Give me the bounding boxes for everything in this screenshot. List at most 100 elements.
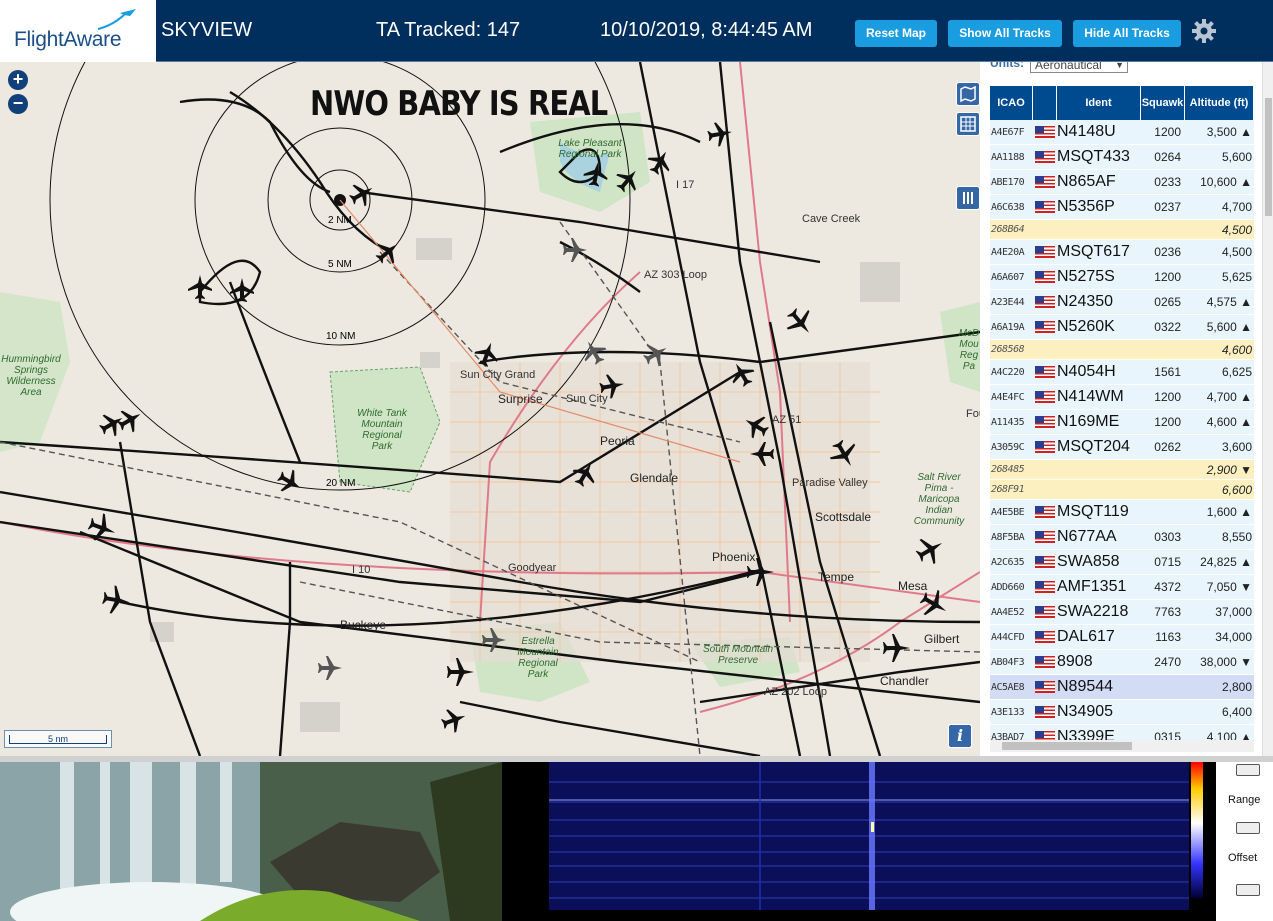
app-title: SKYVIEW <box>161 19 253 41</box>
map-view[interactable]: NWO BABY IS REAL 2 NM 5 NM 10 NM 20 NM L… <box>0 62 980 756</box>
flag-cell <box>1033 360 1057 384</box>
info-button[interactable]: i <box>948 724 972 748</box>
table-row[interactable]: A4E4FC N414WM 1200 4,700 ▲ <box>990 385 1254 410</box>
offset-slider[interactable] <box>1236 884 1260 896</box>
ident-cell: N4148U <box>1057 123 1116 140</box>
table-row[interactable]: A11435 N169ME 1200 4,600 ▲ <box>990 410 1254 435</box>
table-row[interactable]: A6C638 N5356P 0237 4,700 <box>990 195 1254 220</box>
table-row[interactable]: AA4E52 SWA2218 7763 37,000 <box>990 600 1254 625</box>
table-row[interactable]: A6A19A N5260K 0322 5,600 ▲ <box>990 315 1254 340</box>
offset-label: Offset <box>1228 852 1258 864</box>
flag-cell <box>1033 120 1057 144</box>
table-row[interactable]: 268F91 6,600 <box>990 480 1254 500</box>
table-row[interactable]: A3059C MSQT204 0262 3,600 <box>990 435 1254 460</box>
map-canvas <box>0 62 980 756</box>
show-all-tracks-button[interactable]: Show All Tracks <box>948 20 1062 47</box>
squawk-cell: 0237 <box>1154 200 1181 214</box>
skyview-app: FlightAware SKYVIEW TA Tracked: 147 10/1… <box>0 0 1273 921</box>
spectrogram <box>549 762 1189 910</box>
icao-cell: ADD660 <box>991 581 1025 593</box>
table-row[interactable]: AA1188 MSQT433 0264 5,600 <box>990 145 1254 170</box>
table-row[interactable]: A4E5BE MSQT119 1,600 ▲ <box>990 500 1254 525</box>
ident-cell <box>1057 460 1141 479</box>
units-select[interactable]: Aeronautical ▼ <box>1030 62 1128 73</box>
reset-map-button[interactable]: Reset Map <box>855 20 937 47</box>
altitude-cell: 4,600 <box>1221 342 1252 357</box>
table-row[interactable]: ADD660 AMF1351 4372 7,050 ▼ <box>990 575 1254 600</box>
col-icao[interactable]: ICAO <box>990 86 1033 120</box>
tracked-count: TA Tracked: 147 <box>376 19 521 41</box>
place-label: Peoria <box>600 434 635 448</box>
table-row[interactable]: 268B64 4,500 <box>990 220 1254 240</box>
table-row[interactable]: A4C220 N4054H 1561 6,625 <box>990 360 1254 385</box>
altitude-cell: 24,825 ▲ <box>1200 555 1252 569</box>
table-row[interactable]: A44CFD DAL617 1163 34,000 <box>990 625 1254 650</box>
spectrum-color-scale <box>1191 762 1203 898</box>
scale-label: 5 nm <box>9 735 107 744</box>
icao-cell: A3059C <box>991 441 1025 453</box>
ident-cell: N677AA <box>1057 528 1117 545</box>
col-squawk[interactable]: Squawk <box>1141 86 1185 120</box>
us-flag-icon <box>1035 151 1055 163</box>
table-row[interactable]: A6A607 N5275S 1200 5,625 <box>990 265 1254 290</box>
table-row[interactable]: AB04F3 8908 2470 38,000 ▼ <box>990 650 1254 675</box>
place-label: Sun City <box>566 393 608 405</box>
icao-cell: A4E5BE <box>991 506 1025 518</box>
altitude-cell: 8,550 <box>1221 530 1252 544</box>
col-ident[interactable]: Ident <box>1057 86 1141 120</box>
gear-icon[interactable] <box>1191 18 1217 44</box>
zoom-out-button[interactable]: − <box>8 94 28 114</box>
ident-cell <box>1057 220 1141 239</box>
place-label: White Tank Mountain Regional Park <box>357 408 407 452</box>
altitude-cell: 38,000 ▼ <box>1200 655 1252 669</box>
top-header: FlightAware SKYVIEW TA Tracked: 147 10/1… <box>0 0 1273 62</box>
us-flag-icon <box>1035 246 1055 258</box>
top-slider[interactable] <box>1236 764 1260 776</box>
icao-cell: A4E4FC <box>991 391 1025 403</box>
table-row[interactable]: A2C635 SWA858 0715 24,825 ▲ <box>990 550 1254 575</box>
us-flag-icon <box>1035 126 1055 138</box>
toggle-sidebar-icon[interactable] <box>956 186 980 210</box>
table-row[interactable]: 268485 2,900 ▼ <box>990 460 1254 480</box>
icao-cell: AC5AE8 <box>991 681 1025 693</box>
flightaware-logo[interactable]: FlightAware <box>0 0 156 62</box>
flag-cell <box>1033 315 1057 339</box>
zoom-in-button[interactable]: + <box>8 70 28 90</box>
map-layers-icon[interactable] <box>956 82 980 106</box>
hide-all-tracks-button[interactable]: Hide All Tracks <box>1073 20 1181 47</box>
flag-cell <box>1033 625 1057 649</box>
table-row[interactable]: A23E44 N24350 0265 4,575 ▲ <box>990 290 1254 315</box>
flag-cell <box>1033 700 1057 724</box>
ident-cell: 8908 <box>1057 653 1093 670</box>
table-row[interactable]: A4E20A MSQT617 0236 4,500 <box>990 240 1254 265</box>
map-grid-icon[interactable] <box>956 112 980 136</box>
sidebar-horizontal-scrollbar[interactable] <box>990 740 1254 752</box>
col-flag[interactable] <box>1033 86 1057 120</box>
us-flag-icon <box>1035 271 1055 283</box>
table-row[interactable]: ABE170 N865AF 0233 10,600 ▲ <box>990 170 1254 195</box>
place-label: McD Mou Reg Pa <box>958 328 980 372</box>
us-flag-icon <box>1035 296 1055 308</box>
squawk-cell: 0322 <box>1154 320 1181 334</box>
icao-cell: A4C220 <box>991 366 1025 378</box>
table-row[interactable]: 268568 4,600 <box>990 340 1254 360</box>
icao-cell: A6A607 <box>991 271 1025 283</box>
squawk-cell: 1561 <box>1154 365 1181 379</box>
icao-cell: A44CFD <box>991 631 1025 643</box>
icao-cell: 268485 <box>991 464 1025 475</box>
table-row[interactable]: AC5AE8 N89544 2,800 <box>990 675 1254 700</box>
col-altitude[interactable]: Altitude (ft) <box>1185 86 1254 120</box>
table-row[interactable]: A3E133 N34905 6,400 <box>990 700 1254 725</box>
altitude-cell: 10,600 ▲ <box>1200 175 1252 189</box>
table-row[interactable]: A4E67F N4148U 1200 3,500 ▲ <box>990 120 1254 145</box>
altitude-cell: 4,500 <box>1221 245 1252 259</box>
ident-cell: AMF1351 <box>1057 578 1127 595</box>
range-slider[interactable] <box>1236 822 1260 834</box>
table-row[interactable]: A8F5BA N677AA 0303 8,550 <box>990 525 1254 550</box>
place-label: Buckeye <box>340 618 387 632</box>
icao-cell: A23E44 <box>991 296 1025 308</box>
squawk-cell: 0265 <box>1154 295 1181 309</box>
sidebar-vertical-scrollbar[interactable] <box>1262 62 1273 756</box>
ident-cell: N414WM <box>1057 388 1124 405</box>
flag-cell <box>1033 525 1057 549</box>
